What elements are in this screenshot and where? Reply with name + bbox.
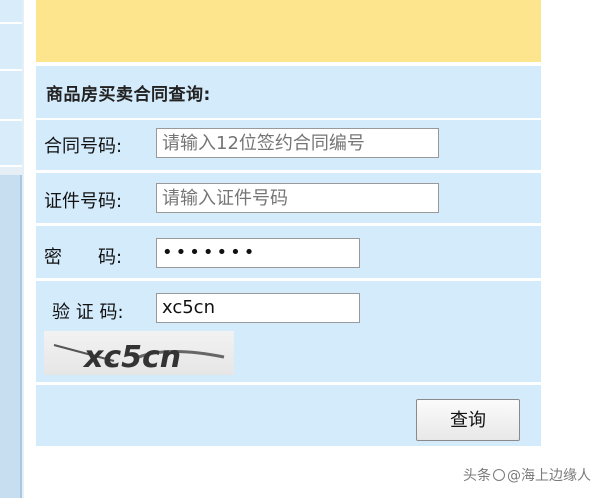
contract-number-input[interactable] bbox=[156, 128, 439, 158]
password-row: 密 码: ••••••• bbox=[36, 226, 541, 278]
id-number-row: 证件号码: bbox=[36, 173, 541, 223]
watermark: 头条 @海上边缘人 bbox=[463, 465, 591, 485]
contract-query-panel: 商品房买卖合同查询: 合同号码: 证件号码: 密 码: ••••••• 验 证 … bbox=[36, 0, 541, 446]
captcha-input[interactable]: xc5cn bbox=[156, 293, 360, 323]
captcha-image[interactable]: xc5cn bbox=[44, 331, 234, 375]
contract-number-row: 合同号码: bbox=[36, 120, 541, 170]
panel-title: 商品房买卖合同查询: bbox=[46, 85, 211, 105]
panel-header: 商品房买卖合同查询: bbox=[36, 66, 541, 118]
query-button[interactable]: 查询 bbox=[416, 399, 520, 441]
watermark-handle: @海上边缘人 bbox=[507, 468, 591, 484]
sidebar-item[interactable] bbox=[0, 0, 22, 24]
sidebar-item[interactable] bbox=[0, 71, 22, 121]
id-number-input[interactable] bbox=[156, 183, 439, 213]
password-label: 密 码: bbox=[44, 247, 123, 268]
captcha-text: xc5cn bbox=[82, 340, 181, 375]
sidebar-rail bbox=[0, 175, 22, 498]
sidebar-item[interactable] bbox=[0, 121, 22, 167]
id-number-label: 证件号码: bbox=[44, 191, 123, 212]
action-row: 查询 bbox=[36, 385, 541, 446]
watermark-prefix: 头条 bbox=[463, 468, 491, 484]
captcha-row: 验 证 码: xc5cn xc5cn bbox=[36, 281, 541, 382]
captcha-graphic: xc5cn bbox=[53, 340, 225, 375]
contract-number-label: 合同号码: bbox=[44, 136, 123, 157]
captcha-label: 验 证 码: bbox=[52, 302, 124, 323]
notice-banner bbox=[36, 0, 541, 62]
toutiao-icon bbox=[493, 469, 505, 481]
left-sidebar bbox=[0, 0, 24, 498]
page: 商品房买卖合同查询: 合同号码: 证件号码: 密 码: ••••••• 验 证 … bbox=[0, 0, 600, 498]
sidebar-item[interactable] bbox=[0, 24, 22, 71]
password-input[interactable]: ••••••• bbox=[156, 238, 360, 268]
